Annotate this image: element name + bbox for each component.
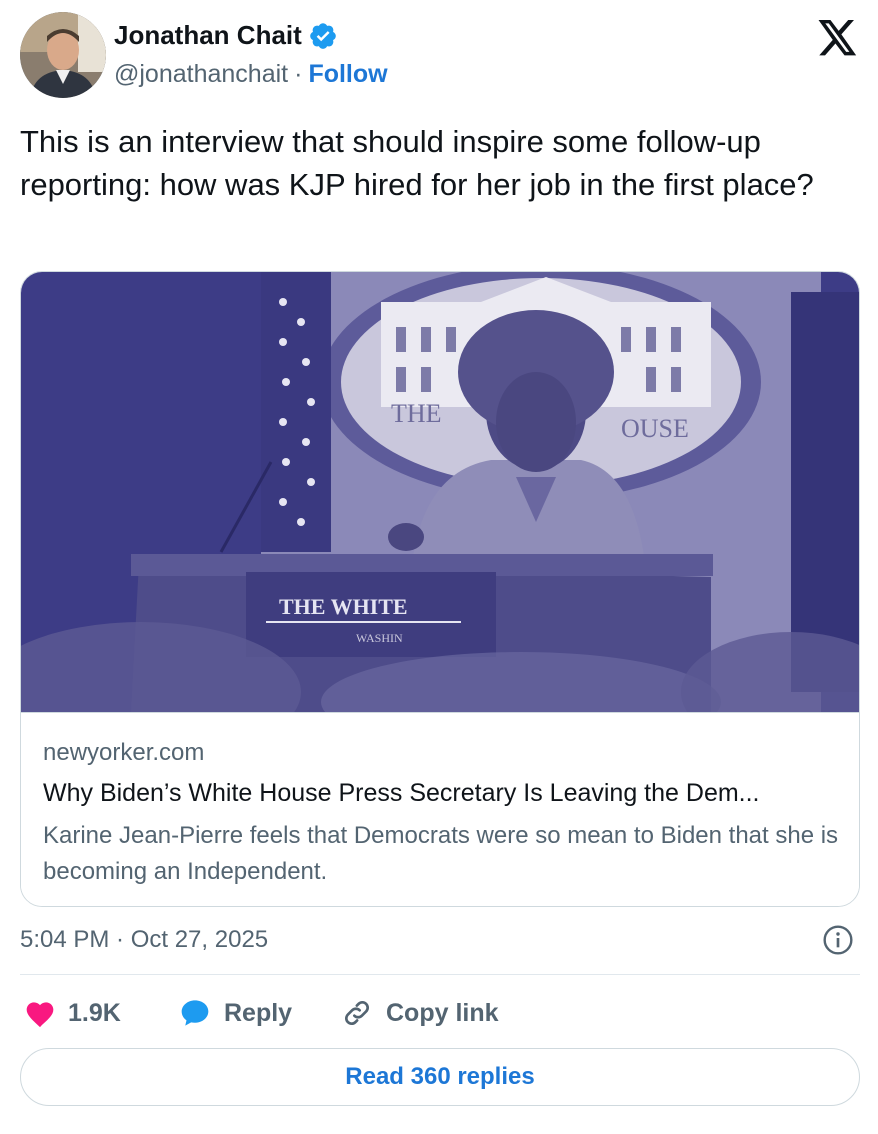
- author-handle[interactable]: @jonathanchait: [114, 60, 288, 89]
- x-logo-icon[interactable]: [818, 20, 858, 56]
- heart-icon: [26, 1002, 54, 1028]
- read-replies-label: Read 360 replies: [345, 1063, 535, 1090]
- reply-bubble-icon: [181, 1000, 209, 1026]
- reply-button[interactable]: Reply: [178, 994, 292, 1032]
- seal-text-left: THE: [391, 399, 442, 428]
- link-icon: [345, 1001, 369, 1025]
- card-photo: THE OUSE THE WHITE WASHIN: [21, 272, 859, 712]
- podium-text-line1: THE WHITE: [279, 594, 408, 619]
- read-replies-button[interactable]: Read 360 replies: [20, 1048, 860, 1106]
- divider: [20, 974, 860, 975]
- follow-button[interactable]: Follow: [308, 60, 387, 89]
- reply-label: Reply: [224, 998, 293, 1027]
- like-count: 1.9K: [68, 998, 121, 1027]
- verified-badge-icon: [309, 22, 336, 49]
- seal-text-right: OUSE: [621, 414, 689, 443]
- author-name-row: Jonathan Chait: [114, 20, 338, 51]
- card-body[interactable]: newyorker.com Why Biden’s White House Pr…: [21, 712, 859, 906]
- handle-row: @jonathanchait · Follow: [114, 60, 388, 89]
- avatar[interactable]: [20, 12, 106, 98]
- tweet-timestamp[interactable]: 5:04 PM · Oct 27, 2025: [20, 926, 268, 954]
- avatar-photo: [20, 12, 106, 98]
- link-preview-card[interactable]: THE OUSE THE WHITE WASHIN newyorker.com …: [20, 271, 860, 907]
- tweet-text: This is an interview that should inspire…: [20, 124, 814, 202]
- like-button[interactable]: 1.9K: [24, 994, 121, 1032]
- copy-link-button[interactable]: Copy link: [340, 994, 499, 1032]
- copy-link-label: Copy link: [386, 998, 499, 1027]
- card-domain: newyorker.com: [43, 739, 205, 766]
- card-image[interactable]: THE OUSE THE WHITE WASHIN: [21, 272, 859, 712]
- handle-separator: ·: [294, 60, 303, 88]
- author-name[interactable]: Jonathan Chait: [114, 20, 302, 51]
- info-icon[interactable]: [822, 924, 854, 956]
- podium-text-line2: WASHIN: [356, 631, 403, 645]
- card-title: Why Biden’s White House Press Secretary …: [43, 779, 760, 807]
- card-description: Karine Jean-Pierre feels that Democrats …: [43, 822, 839, 885]
